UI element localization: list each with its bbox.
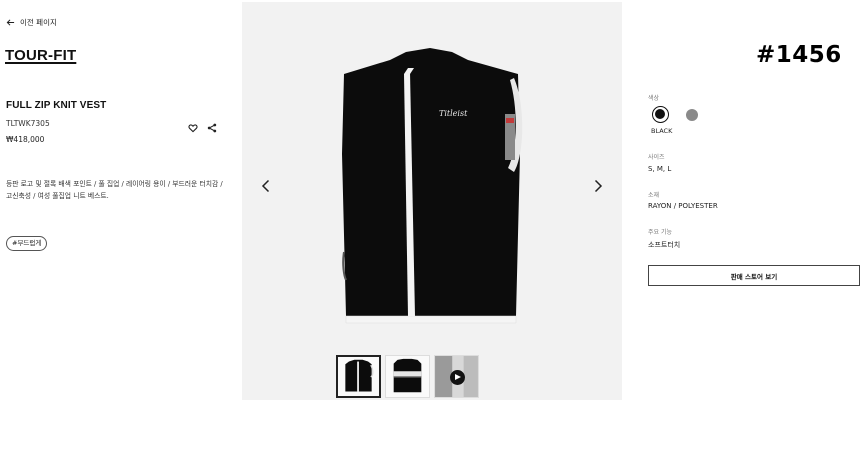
- material-value: RAYON / POLYESTER: [648, 202, 718, 210]
- thumbnail-front[interactable]: [336, 355, 381, 398]
- swatch-black[interactable]: [652, 106, 669, 123]
- product-title: FULL ZIP KNIT VEST: [6, 100, 107, 111]
- color-label: 색상: [648, 95, 660, 102]
- share-button[interactable]: [207, 118, 217, 133]
- material-label: 소재: [648, 192, 660, 199]
- size-value: S, M, L: [648, 165, 672, 173]
- gallery-prev-button[interactable]: [260, 178, 272, 194]
- product-actions: [188, 118, 217, 133]
- chevron-left-icon: [261, 179, 270, 193]
- thumbnail-back-image: [393, 358, 422, 393]
- thumbnail-strip: [336, 355, 479, 398]
- size-label: 사이즈: [648, 154, 665, 161]
- hashtag-chip[interactable]: #부드럽게: [6, 236, 48, 251]
- watermark-label: #1456: [756, 42, 842, 68]
- heart-icon: [188, 124, 198, 133]
- play-icon: [450, 370, 465, 385]
- back-label: 이전 페이지: [20, 18, 57, 27]
- feature-label: 주요 기능: [648, 229, 672, 236]
- chest-logo: Titleist: [439, 109, 468, 118]
- chevron-right-icon: [594, 179, 603, 193]
- product-sku: TLTWK7305: [6, 119, 50, 128]
- share-icon: [207, 123, 217, 133]
- selected-color-name: BLACK: [651, 127, 673, 135]
- thumbnail-video[interactable]: [434, 355, 479, 398]
- color-swatches: [652, 106, 700, 123]
- product-image: Titleist: [342, 48, 523, 324]
- swatch-grey[interactable]: [683, 106, 700, 123]
- gallery-next-button[interactable]: [592, 178, 604, 194]
- brand-link[interactable]: TOUR-FIT: [5, 47, 76, 64]
- product-price: ₩418,000: [6, 135, 45, 144]
- thumbnail-back[interactable]: [385, 355, 430, 398]
- product-gallery: Titleist: [242, 2, 622, 400]
- arrow-left-icon: [6, 19, 15, 26]
- thumbnail-front-image: [345, 359, 374, 392]
- back-link[interactable]: 이전 페이지: [6, 17, 57, 28]
- view-store-button[interactable]: 판매 스토어 보기: [648, 265, 860, 286]
- wishlist-button[interactable]: [188, 118, 198, 133]
- product-description: 등판 로고 및 절록 배색 포인트 / 풀 집업 / 레이어링 용이 / 부드러…: [6, 180, 223, 200]
- feature-value: 소프트터치: [648, 241, 681, 249]
